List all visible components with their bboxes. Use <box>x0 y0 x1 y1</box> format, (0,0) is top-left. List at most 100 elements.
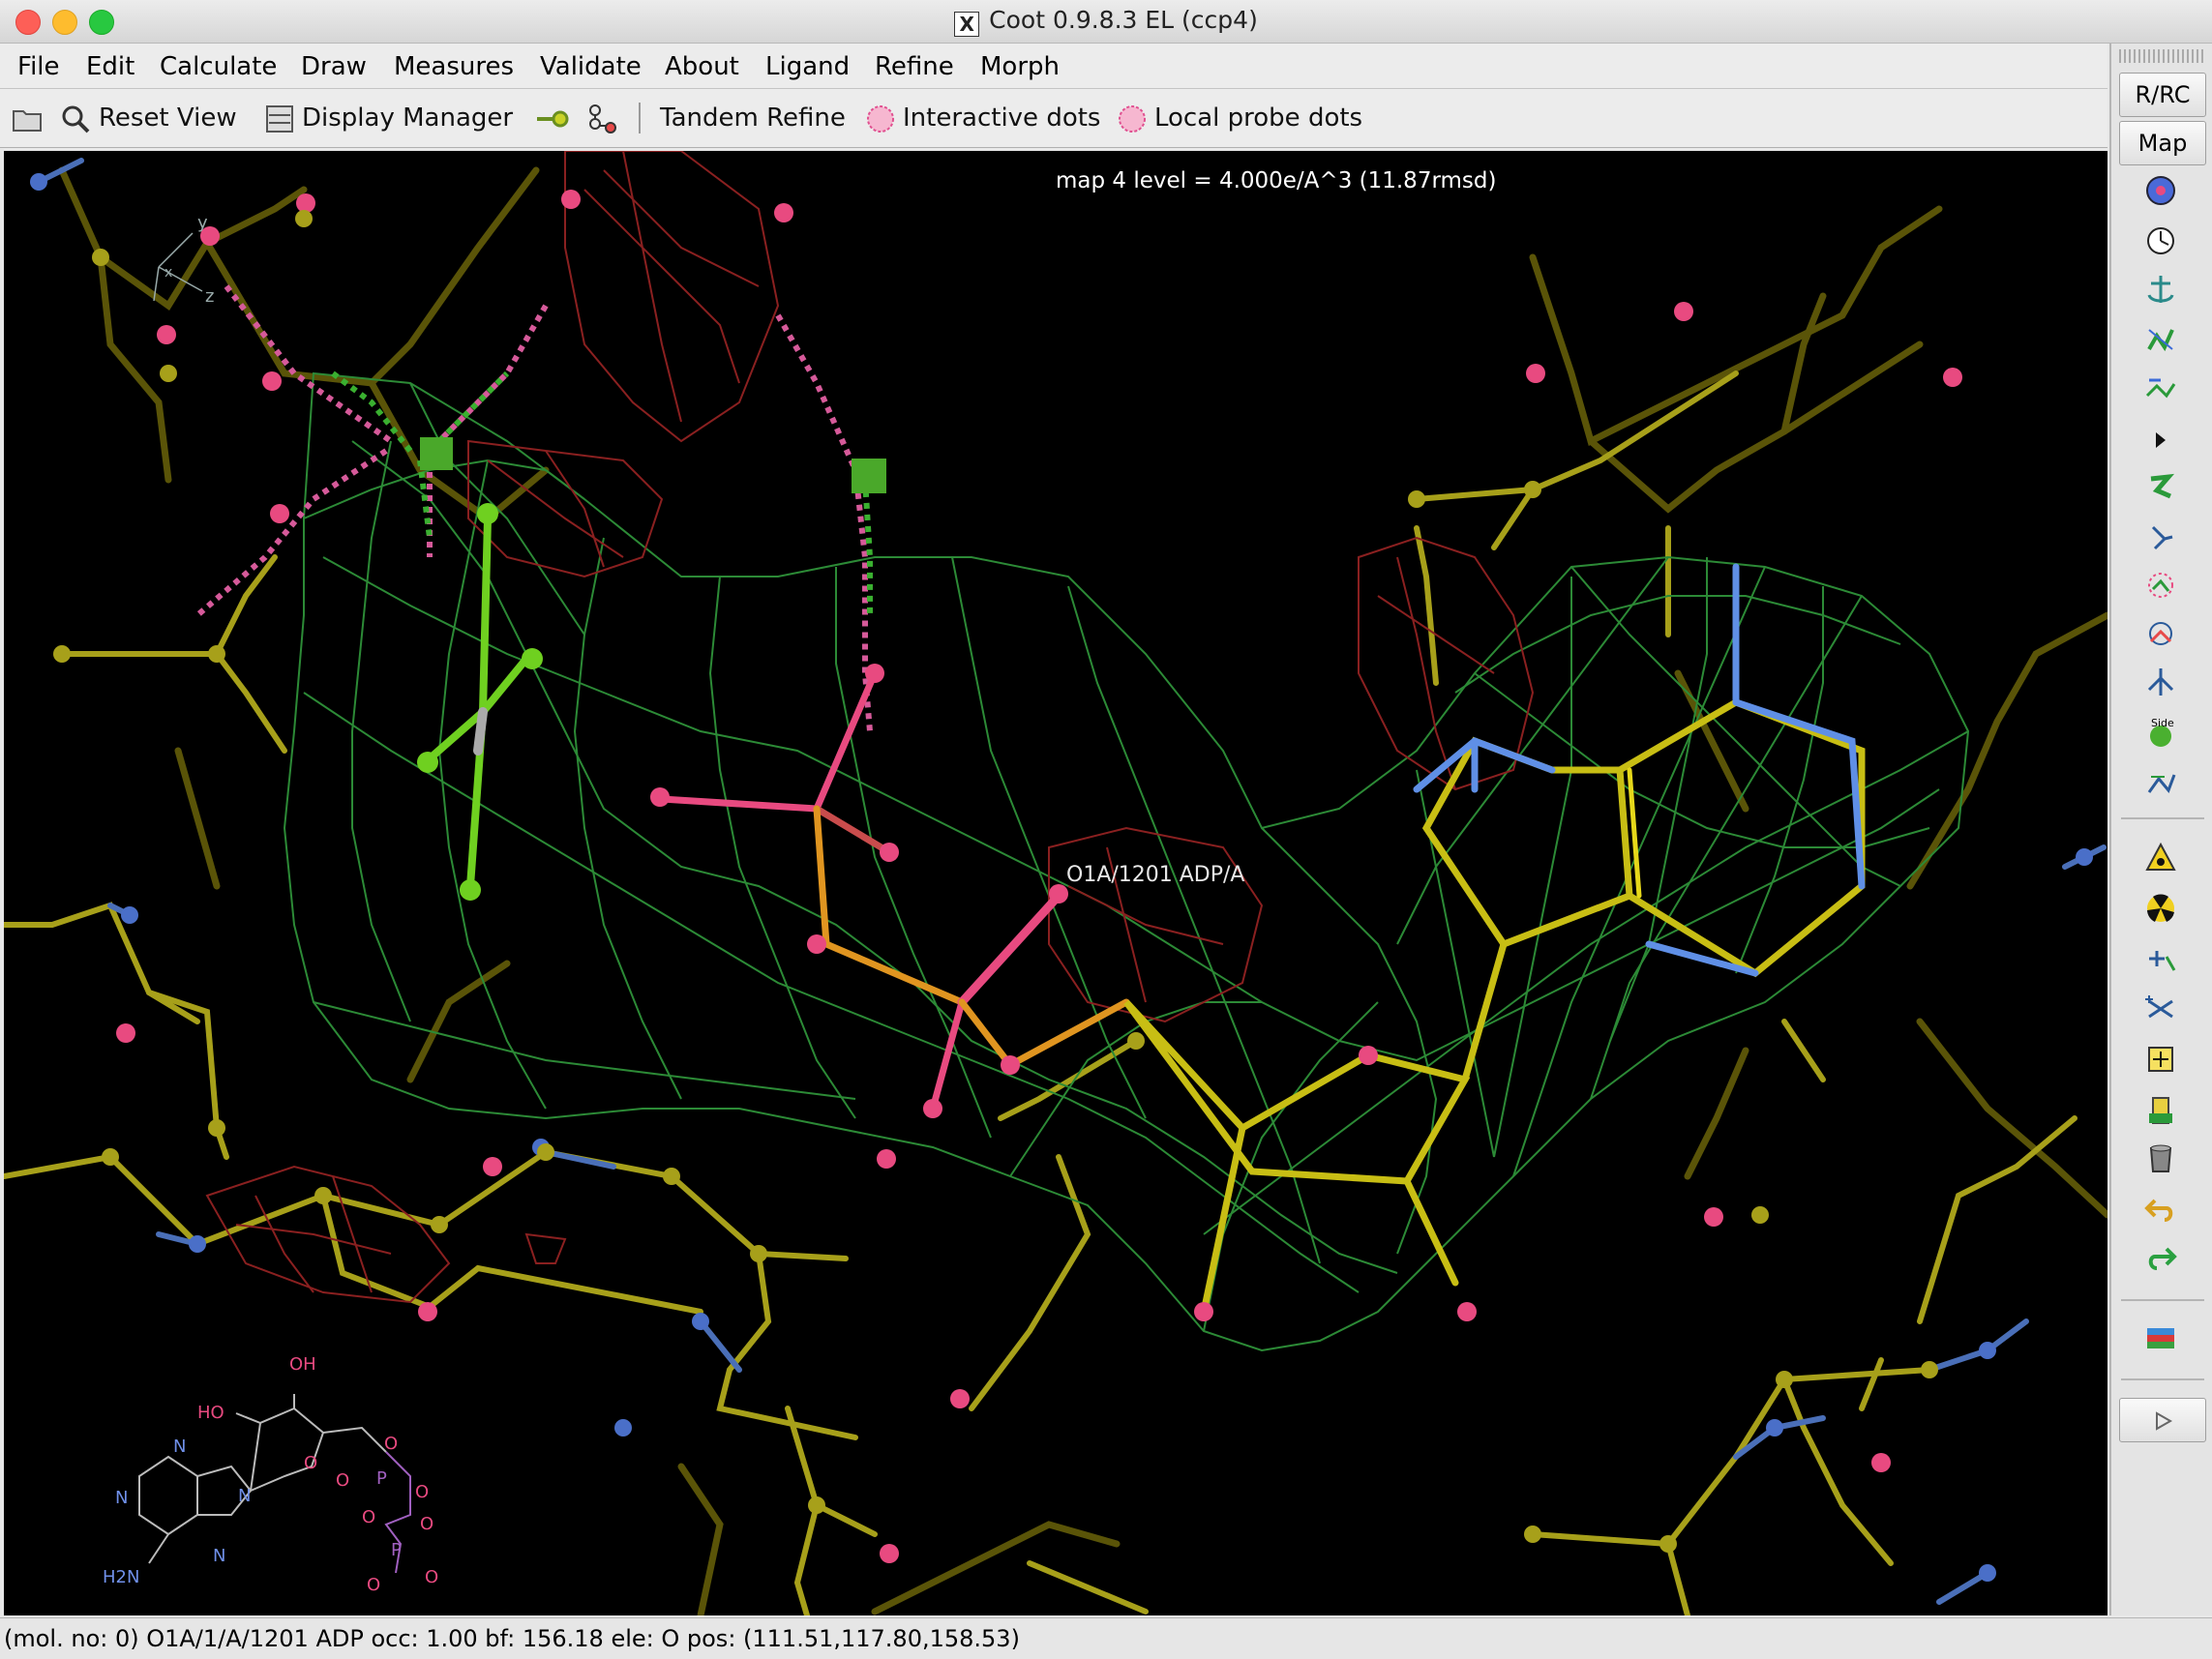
tandem-refine-label: Tandem Refine <box>660 104 846 133</box>
regularize-icon[interactable] <box>2139 516 2182 558</box>
undo-icon[interactable] <box>2139 1187 2182 1229</box>
jiggle-fit-icon[interactable] <box>2139 318 2182 361</box>
status-bar: (mol. no: 0) O1A/1/A/1201 ADP occ: 1.00 … <box>0 1617 2212 1659</box>
ligand-2d-o2: O <box>336 1470 349 1491</box>
axes-gizmo: y z x <box>153 213 214 307</box>
x11-icon: X <box>954 12 980 37</box>
rotamer-icon[interactable] <box>2139 612 2182 655</box>
menu-about[interactable]: About <box>665 52 739 81</box>
key-icon <box>537 110 569 127</box>
clear-icon[interactable] <box>2139 1088 2182 1131</box>
folder-icon <box>13 109 42 132</box>
ligand-2d-n2: N <box>115 1488 128 1508</box>
flip-peptide-icon[interactable] <box>2139 367 2182 409</box>
cis-trans-icon[interactable]: Side <box>2139 711 2182 754</box>
ligand-2d-o5: O <box>420 1514 433 1534</box>
ligand-2d-p2: P <box>391 1540 402 1560</box>
svg-text:Side: Side <box>2151 717 2174 729</box>
ligand-2d-o7: O <box>425 1567 438 1587</box>
map-button[interactable]: Map <box>2119 121 2206 165</box>
window-title-text: Coot 0.9.8.3 EL (ccp4) <box>989 6 1258 34</box>
delete-icon[interactable] <box>2139 988 2182 1030</box>
interactive-dots-button[interactable]: Interactive dots <box>866 99 1100 137</box>
menu-edit[interactable]: Edit <box>86 52 135 81</box>
green-fragment <box>417 503 543 901</box>
menu-validate[interactable]: Validate <box>540 52 642 81</box>
trash-icon[interactable] <box>2139 1137 2182 1179</box>
go-to-atom-button[interactable] <box>535 99 578 137</box>
auto-fit-rotamer-icon[interactable] <box>2139 220 2182 262</box>
redo-icon[interactable] <box>2139 1235 2182 1278</box>
axis-z-label: z <box>205 286 214 307</box>
sidebar-separator <box>2121 1378 2204 1380</box>
anchor-icon[interactable] <box>2139 268 2182 311</box>
local-probe-dots-button[interactable]: Local probe dots <box>1118 99 1362 137</box>
rigid-body-fit-icon[interactable] <box>2139 465 2182 508</box>
real-space-refine-icon[interactable] <box>2139 564 2182 607</box>
menu-ligand[interactable]: Ligand <box>765 52 850 81</box>
reset-view-label: Reset View <box>99 104 237 133</box>
rrc-button[interactable]: R/RC <box>2119 73 2206 117</box>
play-button[interactable] <box>2119 1398 2206 1442</box>
rrc-label: R/RC <box>2135 81 2191 108</box>
axis-x-label: x <box>164 265 172 281</box>
menu-file[interactable]: File <box>17 52 60 81</box>
menu-refine[interactable]: Refine <box>875 52 954 81</box>
ligand-2d-o-ring: O <box>304 1453 317 1473</box>
open-file-button[interactable] <box>12 99 50 137</box>
water-atoms <box>420 437 886 493</box>
expand-arrow-icon[interactable] <box>2139 419 2182 461</box>
carbon-bonds <box>4 370 2077 1615</box>
menu-measures[interactable]: Measures <box>394 52 514 81</box>
toolbar-grip[interactable] <box>2119 49 2206 63</box>
add-alt-conf-icon[interactable] <box>2139 887 2182 930</box>
title-bar: X Coot 0.9.8.3 EL (ccp4) <box>0 0 2212 44</box>
toolbar: Reset View Display Manager Tandem Refine… <box>0 89 2107 148</box>
magnifier-icon <box>62 105 90 133</box>
rotate-translate-zone-icon[interactable] <box>2139 169 2182 212</box>
ligand-2d-nh2: H2N <box>103 1567 139 1587</box>
display-manager-icon <box>266 104 293 133</box>
status-text: (mol. no: 0) O1A/1/A/1201 ADP occ: 1.00 … <box>4 1625 1020 1652</box>
density-mesh-positive <box>283 371 1970 1352</box>
reset-view-button[interactable]: Reset View <box>60 99 237 137</box>
menu-draw[interactable]: Draw <box>301 52 367 81</box>
ligand-2d-n1: N <box>173 1437 186 1457</box>
molecule-canvas[interactable]: y z x OH HO H2N N N N N O O O P O O O P … <box>4 151 2107 1615</box>
graphics-viewport[interactable]: y z x OH HO H2N N N N N O O O P O O O P … <box>4 151 2107 1615</box>
atom-label: O1A/1201 ADP/A <box>1066 863 1245 887</box>
interactive-dots-label: Interactive dots <box>903 104 1101 133</box>
ligand-2d-o1: O <box>384 1434 398 1454</box>
flag-icon[interactable] <box>2139 1317 2182 1359</box>
ligand-2d-oh-top: OH <box>289 1354 316 1375</box>
mutate-icon[interactable] <box>2139 761 2182 804</box>
dots-icon <box>867 104 894 133</box>
probe-dots-icon <box>1119 104 1146 133</box>
menu-morph[interactable]: Morph <box>980 52 1060 81</box>
axis-y-label: y <box>197 213 208 233</box>
map-label: Map <box>2137 130 2188 157</box>
menu-bar: File Edit Calculate Draw Measures Valida… <box>0 44 2107 89</box>
ligand-2d-o6: O <box>367 1575 380 1595</box>
side-chain-180-icon[interactable] <box>2139 661 2182 703</box>
place-atom-icon[interactable] <box>2139 937 2182 980</box>
background-bonds <box>58 166 2107 1615</box>
ligand-2d-p1: P <box>376 1468 387 1489</box>
play-icon <box>2156 1411 2173 1431</box>
menu-calculate[interactable]: Calculate <box>160 52 277 81</box>
ligand-2d-oh-left: HO <box>197 1403 224 1423</box>
measure-distance-button[interactable] <box>585 99 626 137</box>
tandem-refine-button[interactable]: Tandem Refine <box>660 99 846 137</box>
ligand-2d-o3: O <box>415 1482 429 1502</box>
sidebar-separator <box>2121 1299 2204 1301</box>
sidebar-separator <box>2121 817 2204 819</box>
add-atom-icon[interactable] <box>2139 837 2182 879</box>
toolbar-separator <box>639 103 641 133</box>
display-manager-button[interactable]: Display Manager <box>265 99 513 137</box>
toggle-icon[interactable] <box>2139 1038 2182 1081</box>
molecule-icon <box>589 104 616 133</box>
ligand-2d-n4: N <box>213 1546 225 1566</box>
ligand-2d-structure: OH HO H2N N N N N O O O P O O O P O O <box>103 1354 438 1595</box>
map-level-readout: map 4 level = 4.000e/A^3 (11.87rmsd) <box>1056 168 1497 193</box>
ligand-2d-o4: O <box>362 1507 375 1527</box>
